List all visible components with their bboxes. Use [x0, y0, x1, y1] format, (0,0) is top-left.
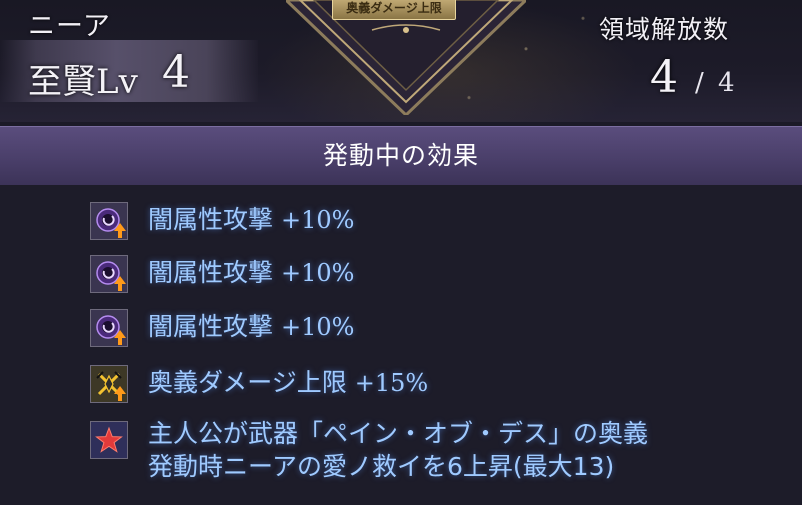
star-icon [90, 421, 128, 459]
effect-text-line-2: 発動時ニーアの愛ノ救イを6上昇(最大13) [148, 452, 615, 481]
dark-attack-up-icon [90, 309, 128, 347]
header: ニーア 至賢Lv 4 奥義ダメージ上限 領域解放数 4 / 4 [0, 0, 802, 122]
effect-value: +15% [354, 369, 429, 397]
effect-text: 闇属性攻撃 +10% [148, 258, 354, 288]
level-label: 至賢Lv [28, 62, 138, 102]
dark-attack-up-icon [90, 202, 128, 240]
level-value: 4 [162, 47, 190, 98]
effect-label: 闇属性攻撃 [148, 205, 274, 234]
active-effects-banner: 発動中の効果 [0, 126, 802, 185]
effect-text: 闇属性攻撃 +10% [148, 312, 354, 342]
effects-list: 闇属性攻撃 +10% 闇属性攻撃 +10% 闇属性攻撃 +10% 奥義ダメージ上… [0, 185, 802, 505]
effect-value: +10% [280, 313, 355, 341]
effect-label: 奥義ダメージ上限 [148, 368, 347, 397]
region-current: 4 [650, 52, 678, 103]
region-max: 4 [718, 68, 735, 98]
effect-text: 奥義ダメージ上限 +15% [148, 368, 428, 398]
effect-label: 闇属性攻撃 [148, 258, 274, 287]
effect-text: 闇属性攻撃 +10% [148, 205, 354, 235]
effect-value: +10% [280, 206, 355, 234]
effect-label: 闇属性攻撃 [148, 312, 274, 341]
ougi-damage-cap-up-icon [90, 365, 128, 403]
effect-value: +10% [280, 259, 355, 287]
dark-attack-up-icon [90, 255, 128, 293]
active-effects-title: 発動中の効果 [322, 141, 479, 170]
emblem-badge: 奥義ダメージ上限 [332, 0, 456, 20]
region-separator: / [695, 68, 704, 98]
character-name: ニーア [28, 11, 111, 42]
effect-text-line-1: 主人公が武器「ペイン・オブ・デス」の奥義 [148, 419, 649, 448]
region-title: 領域解放数 [599, 15, 730, 44]
